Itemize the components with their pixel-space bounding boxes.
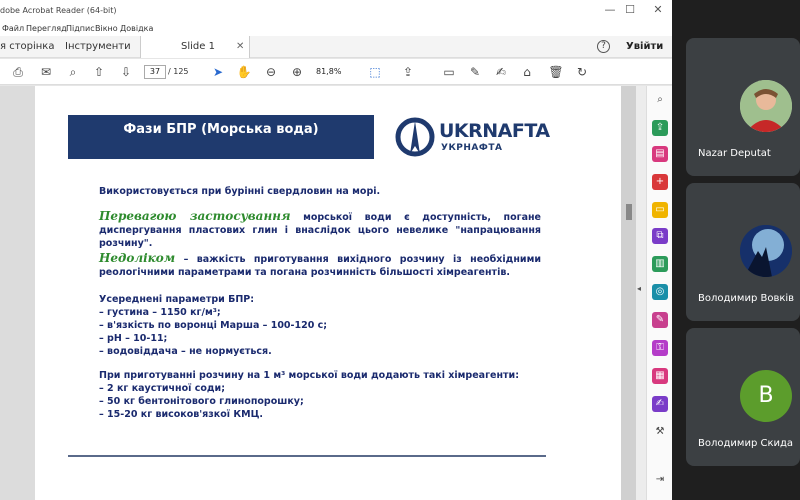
select-cursor-icon[interactable]: ➤ [209,63,227,81]
page-down-icon[interactable]: ⇩ [117,63,135,81]
person-photo-icon [740,80,792,132]
toolbar: ⎙ ✉ ⌕ ⇧ ⇩ 37 / 125 ➤ ✋ ⊖ ⊕ 81,8% ⬚ ⇪ ▭ ✎… [0,59,672,85]
tab-close-icon[interactable]: ✕ [236,41,244,52]
combine-files-icon[interactable]: ⧉ [652,228,668,244]
avatar [740,80,792,132]
vertical-scrollbar[interactable] [621,86,636,500]
zoom-in-icon[interactable]: ⊕ [288,63,306,81]
stamp-icon[interactable]: ⌂ [518,63,536,81]
menu-help[interactable]: Довідка [120,24,153,33]
create-pdf-icon[interactable]: + [652,174,668,190]
slide-page: Фази БПР (Морська вода) UKRNAFTA УКРНАФТ… [35,86,621,500]
print-icon[interactable]: ⎙ [9,63,27,81]
logo-name: UKRNAFTA [439,120,550,142]
participant-tile[interactable]: Nazar Deputat [686,38,800,176]
param-line: – водовіддача – не нормується. [99,346,272,357]
send-review-icon[interactable]: ▦ [652,368,668,384]
logo-subtitle: УКРНАФТА [441,143,503,153]
participant-tile[interactable]: В Володимир Скида [686,328,800,466]
right-tools-pane: ⌕ ⇪ ▤ + ▭ ⧉ ▥ ◎ ✎ ⚿ ▦ ✍ ⚒ ⇥ [646,86,672,500]
ukrnafta-emblem-icon [395,117,435,157]
document-area[interactable]: Фази БПР (Морська вода) UKRNAFTA УКРНАФТ… [0,86,636,500]
params-block: Усереднені параметри БПР: – густина – 11… [99,293,541,358]
zoom-level[interactable]: 81,8% [316,65,350,79]
email-icon[interactable]: ✉ [37,63,55,81]
param-line: – рН – 10-11; [99,333,168,344]
help-icon[interactable]: ? [597,40,610,53]
wolf-moon-photo-icon [740,225,792,277]
rotate-icon[interactable]: ↻ [573,63,591,81]
title-bar: dobe Acrobat Reader (64-bit) — ☐ ✕ [0,0,672,22]
advantage-label: Перевагою застосування [99,209,291,223]
slide-divider [68,455,546,457]
fill-sign-icon[interactable]: ✎ [652,312,668,328]
tab-tools[interactable]: Інструменти [65,36,131,58]
params-title: Усереднені параметри БПР: [99,294,255,305]
tab-home[interactable]: я сторінка [0,36,54,58]
page-number-input[interactable]: 37 [144,65,166,79]
avatar [740,225,792,277]
tab-document[interactable]: Slide 1 [140,36,250,58]
zoom-tool-icon[interactable]: ⌕ [652,92,668,108]
participants-panel: Nazar Deputat Володимир Вовків В Володим… [672,0,800,500]
participant-name: Nazar Deputat [698,148,771,159]
prep-line: – 15-20 кг високов'язкої КМЦ. [99,409,263,420]
scan-ocr-icon[interactable]: ◎ [652,284,668,300]
participant-tile[interactable]: Володимир Вовків [686,183,800,321]
initial-avatar: В [740,370,792,422]
scrollbar-thumb[interactable] [626,204,632,220]
window-title: dobe Acrobat Reader (64-bit) [0,6,117,15]
organize-pages-icon[interactable]: ▥ [652,256,668,272]
menu-sign[interactable]: Підпис [66,24,95,33]
page-total: / 125 [168,67,189,76]
collapse-arrow-icon[interactable]: ◂ [637,284,641,293]
tab-bar: я сторінка Інструменти Slide 1 ✕ [0,36,672,58]
signin-button[interactable]: Увійти [626,41,663,52]
menu-view[interactable]: Перегляд [26,24,67,33]
prep-line: – 50 кг бентонітового глинопорошку; [99,396,304,407]
tools-pane-toggle[interactable]: ◂ [636,86,646,500]
intro-text: Використовується при бурінні свердловин … [99,186,381,197]
expand-pane-icon[interactable]: ⇥ [652,472,668,488]
highlight-pen-icon[interactable]: ✎ [466,63,484,81]
hand-tool-icon[interactable]: ✋ [235,63,253,81]
scroll-mode-icon[interactable]: ⇪ [399,63,417,81]
prep-line: – 2 кг каустичної соди; [99,383,226,394]
participant-name: Володимир Скида [698,438,794,449]
advantage-paragraph: Перевагою застосування морської води є д… [99,210,541,250]
param-line: – в'язкість по воронці Марша – 100-120 с… [99,320,328,331]
delete-icon[interactable]: 🗑 [547,63,565,81]
search-icon[interactable]: ⌕ [64,63,82,81]
ukrnafta-logo: UKRNAFTA УКРНАФТА [393,116,553,158]
comment-icon[interactable]: ▭ [440,63,458,81]
acrobat-window: dobe Acrobat Reader (64-bit) — ☐ ✕ Файл … [0,0,672,500]
export-pdf-icon[interactable]: ⇪ [652,120,668,136]
comment-tool-icon[interactable]: ▭ [652,202,668,218]
maximize-button[interactable]: ☐ [622,3,638,16]
drawback-label: Недоліком [99,251,176,265]
param-line: – густина – 1150 кг/м³; [99,307,221,318]
drawback-paragraph: Недоліком – важкість приготування вихідн… [99,252,541,279]
menu-bar: Файл Перегляд Підпис Вікно Довідка [0,22,672,36]
prep-block: При приготуванні розчину на 1 м³ морсько… [99,369,541,421]
draw-icon[interactable]: ✍ [492,63,510,81]
slide-title: Фази БПР (Морська вода) [68,115,374,159]
edit-pdf-icon[interactable]: ▤ [652,146,668,162]
participant-name: Володимир Вовків [698,293,795,304]
zoom-out-icon[interactable]: ⊖ [262,63,280,81]
menu-window[interactable]: Вікно [95,24,118,33]
menu-file[interactable]: Файл [2,24,24,33]
prep-title: При приготуванні розчину на 1 м³ морсько… [99,370,520,381]
fit-page-icon[interactable]: ⬚ [366,63,384,81]
sign-tool-icon[interactable]: ✍ [652,396,668,412]
close-window-button[interactable]: ✕ [650,3,666,16]
minimize-button[interactable]: — [602,3,618,16]
protect-icon[interactable]: ⚿ [652,340,668,356]
page-up-icon[interactable]: ⇧ [90,63,108,81]
more-tools-icon[interactable]: ⚒ [652,424,668,440]
